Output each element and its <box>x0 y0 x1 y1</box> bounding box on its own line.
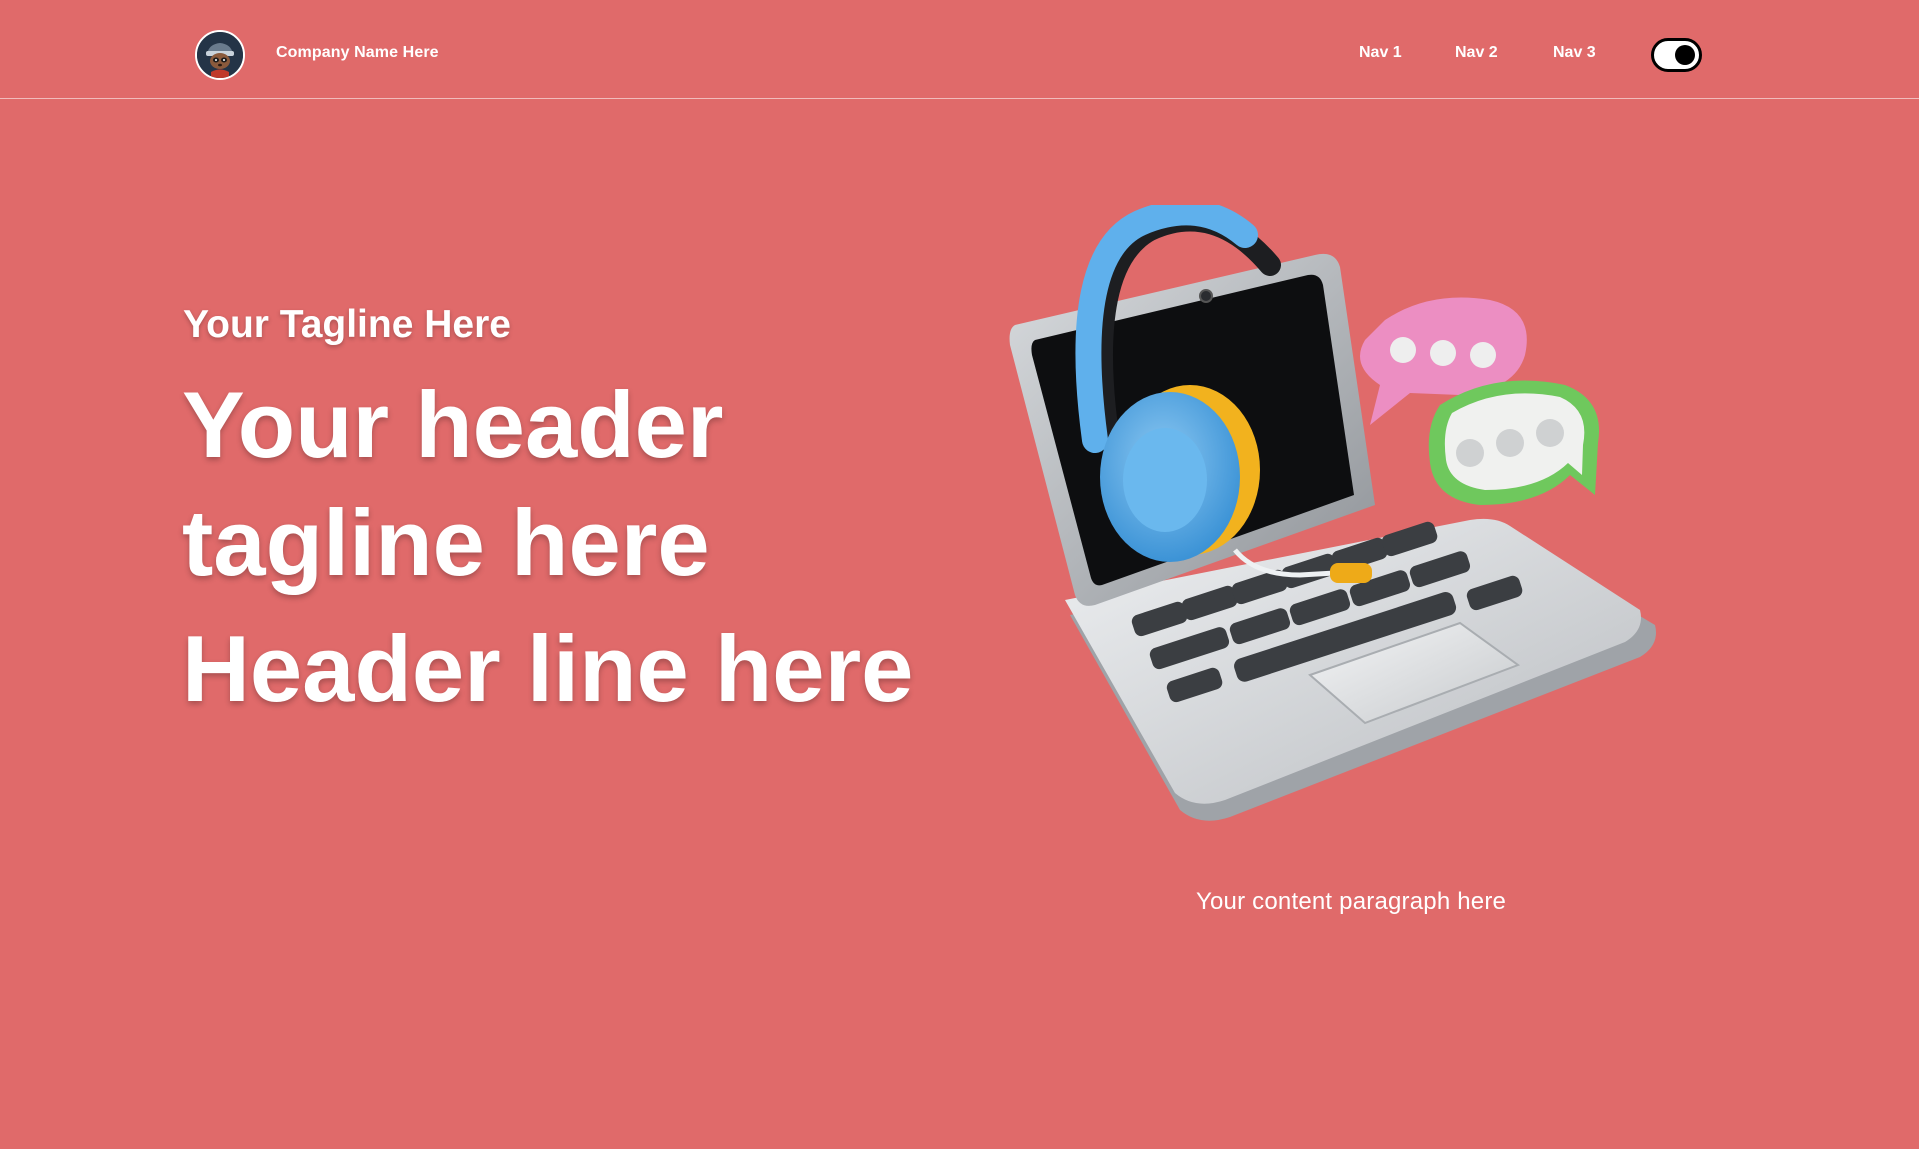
top-navbar: Company Name Here Nav 1 Nav 2 Nav 3 <box>0 0 1919 99</box>
headline-line-1: Your header <box>182 372 724 477</box>
laptop-headphones-chat-illustration <box>1009 205 1656 821</box>
nav-link-1[interactable]: Nav 1 <box>1359 44 1402 62</box>
hero-tagline: Your Tagline Here <box>183 303 511 346</box>
raccoon-mascot-icon <box>197 32 243 78</box>
hero-paragraph: Your content paragraph here <box>1196 888 1507 915</box>
nav-link-2[interactable]: Nav 2 <box>1455 44 1498 62</box>
company-name[interactable]: Company Name Here <box>276 44 439 62</box>
nav-link-3[interactable]: Nav 3 <box>1553 44 1596 62</box>
toggle-knob-icon <box>1675 45 1695 65</box>
theme-toggle[interactable] <box>1651 38 1702 72</box>
headline-line-3: Header line here <box>182 616 914 721</box>
headline-line-2: tagline here <box>182 490 710 595</box>
company-logo[interactable] <box>195 30 245 80</box>
